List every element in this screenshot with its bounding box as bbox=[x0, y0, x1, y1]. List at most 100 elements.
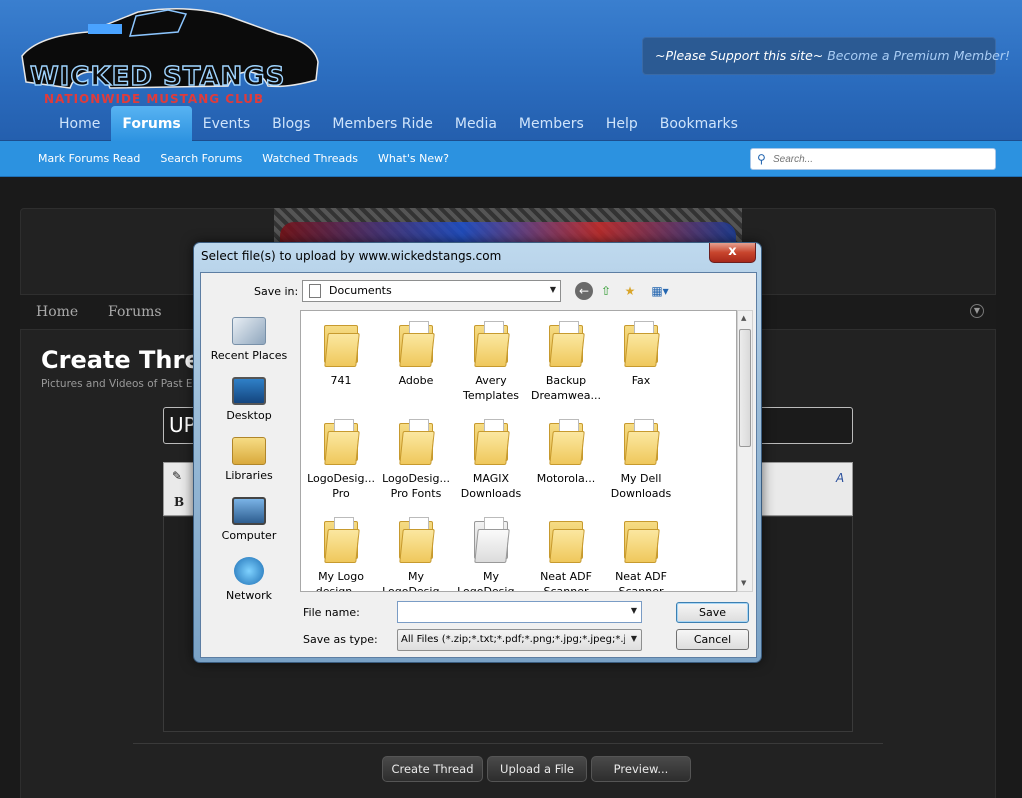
folder-icon bbox=[547, 517, 585, 563]
desktop-icon bbox=[232, 377, 266, 405]
premium-member-link[interactable]: Become a Premium Member! bbox=[827, 48, 1010, 63]
upload-file-button[interactable]: Upload a File bbox=[487, 756, 587, 782]
save-in-label: Save in: bbox=[254, 285, 299, 298]
file-name-combo[interactable]: ▼ bbox=[397, 601, 642, 623]
folder-name: Downloads bbox=[610, 487, 672, 500]
folder-item[interactable]: Fax bbox=[605, 317, 677, 388]
whats-new-link[interactable]: What's New? bbox=[368, 141, 459, 177]
chevron-down-icon[interactable]: ▼ bbox=[631, 606, 637, 615]
recent-places-icon bbox=[232, 317, 266, 345]
folder-name: Pro Fonts bbox=[390, 487, 442, 500]
folder-name: My bbox=[407, 570, 424, 583]
folder-item[interactable]: Backup Dreamwea... bbox=[530, 317, 602, 403]
eraser-icon[interactable]: ✎ bbox=[172, 469, 182, 483]
nav-forums[interactable]: Forums bbox=[111, 106, 192, 142]
save-as-type-dropdown[interactable]: All Files (*.zip;*.txt;*.pdf;*.png;*.jpg… bbox=[397, 629, 642, 651]
cancel-button[interactable]: Cancel bbox=[676, 629, 749, 650]
place-libraries[interactable]: Libraries bbox=[201, 437, 297, 482]
documents-icon bbox=[309, 284, 321, 298]
folder-item[interactable]: My LogoDesig... bbox=[380, 513, 452, 591]
preview-button[interactable]: Preview... bbox=[591, 756, 691, 782]
folder-name: Scanner 20... bbox=[618, 585, 664, 592]
folder-item[interactable]: Motorola... bbox=[530, 415, 602, 486]
dialog-body: Save in: Documents ▼ ← ⇧ ★ ▦▾ Recent Pla… bbox=[200, 272, 757, 658]
form-divider bbox=[133, 743, 883, 744]
folder-item[interactable]: My Dell Downloads bbox=[605, 415, 677, 501]
folder-name: LogoDesig... bbox=[457, 585, 525, 592]
place-desktop[interactable]: Desktop bbox=[201, 377, 297, 422]
site-search: ⚲ bbox=[750, 148, 996, 170]
file-name-input[interactable] bbox=[401, 604, 621, 620]
mark-forums-read-link[interactable]: Mark Forums Read bbox=[28, 141, 150, 177]
folder-name: Neat ADF bbox=[615, 570, 667, 583]
watched-threads-link[interactable]: Watched Threads bbox=[252, 141, 368, 177]
nav-members[interactable]: Members bbox=[508, 106, 595, 142]
search-input[interactable] bbox=[773, 151, 991, 167]
folder-item[interactable]: Neat ADF Scanner bbox=[530, 513, 602, 592]
folder-icon bbox=[472, 517, 510, 563]
folder-item[interactable]: Neat ADF Scanner 20... bbox=[605, 513, 677, 592]
save-button[interactable]: Save bbox=[676, 602, 749, 623]
nav-blogs[interactable]: Blogs bbox=[261, 106, 321, 142]
back-icon[interactable]: ← bbox=[575, 282, 593, 300]
folder-icon bbox=[397, 321, 435, 367]
folder-name: Fax bbox=[631, 374, 651, 387]
new-folder-icon[interactable]: ★ bbox=[621, 282, 639, 300]
save-in-dropdown[interactable]: Documents ▼ bbox=[302, 280, 561, 302]
font-size-button[interactable]: A bbox=[836, 471, 844, 485]
scroll-up-icon[interactable]: ▲ bbox=[741, 314, 746, 322]
folder-name: Neat ADF bbox=[540, 570, 592, 583]
main-nav: Home Forums Events Blogs Members Ride Me… bbox=[48, 106, 749, 142]
folder-name: Templates bbox=[463, 389, 519, 402]
chevron-down-icon[interactable]: ▼ bbox=[970, 304, 984, 318]
nav-members-ride[interactable]: Members Ride bbox=[321, 106, 443, 142]
folder-item[interactable]: My LogoDesig... bbox=[455, 513, 527, 592]
folder-icon bbox=[472, 419, 510, 465]
folder-name: Pro bbox=[332, 487, 350, 500]
folder-name: Motorola... bbox=[536, 472, 596, 485]
nav-media[interactable]: Media bbox=[444, 106, 508, 142]
nav-help[interactable]: Help bbox=[595, 106, 649, 142]
folder-icon bbox=[322, 419, 360, 465]
chevron-down-icon: ▼ bbox=[549, 285, 556, 294]
folder-item[interactable]: Avery Templates bbox=[455, 317, 527, 403]
search-forums-link[interactable]: Search Forums bbox=[150, 141, 252, 177]
breadcrumb-forums[interactable]: Forums bbox=[108, 295, 162, 329]
place-recent[interactable]: Recent Places bbox=[201, 317, 297, 362]
place-label: Libraries bbox=[225, 469, 273, 482]
folder-icon bbox=[397, 517, 435, 563]
computer-icon bbox=[232, 497, 266, 525]
create-thread-button[interactable]: Create Thread bbox=[382, 756, 483, 782]
folder-name: 741 bbox=[330, 374, 352, 387]
libraries-icon bbox=[232, 437, 266, 465]
save-as-type-label: Save as type: bbox=[303, 633, 378, 646]
folder-item[interactable]: MAGIX Downloads bbox=[455, 415, 527, 501]
bold-button[interactable]: B bbox=[174, 495, 184, 509]
folder-icon bbox=[547, 419, 585, 465]
breadcrumb-home[interactable]: Home bbox=[36, 295, 78, 329]
view-menu-icon[interactable]: ▦▾ bbox=[647, 282, 673, 300]
folder-icon bbox=[622, 321, 660, 367]
dialog-close-button[interactable]: x bbox=[709, 243, 756, 263]
folder-icon bbox=[322, 517, 360, 563]
file-list-scrollbar[interactable]: ▲ ▼ bbox=[737, 310, 753, 592]
scroll-down-icon[interactable]: ▼ bbox=[741, 579, 746, 587]
folder-icon bbox=[397, 419, 435, 465]
folder-item[interactable]: LogoDesig... Pro bbox=[305, 415, 377, 501]
folder-icon bbox=[547, 321, 585, 367]
folder-name: My Logo bbox=[318, 570, 364, 583]
nav-events[interactable]: Events bbox=[192, 106, 261, 142]
folder-item[interactable]: LogoDesig... Pro Fonts bbox=[380, 415, 452, 501]
scroll-thumb[interactable] bbox=[739, 329, 751, 447]
folder-item[interactable]: My Logo design ... bbox=[305, 513, 377, 591]
folder-name: Dreamwea... bbox=[531, 389, 601, 402]
folder-item[interactable]: Adobe bbox=[380, 317, 452, 388]
up-folder-icon[interactable]: ⇧ bbox=[597, 282, 615, 300]
folder-item[interactable]: 741 bbox=[305, 317, 377, 388]
place-computer[interactable]: Computer bbox=[201, 497, 297, 542]
file-list: 741 Adobe Avery Templates Backup Dreamwe… bbox=[300, 310, 737, 592]
place-network[interactable]: Network bbox=[201, 557, 297, 602]
nav-home[interactable]: Home bbox=[48, 106, 111, 142]
nav-bookmarks[interactable]: Bookmarks bbox=[649, 106, 749, 142]
folder-name: Scanner bbox=[543, 585, 589, 592]
